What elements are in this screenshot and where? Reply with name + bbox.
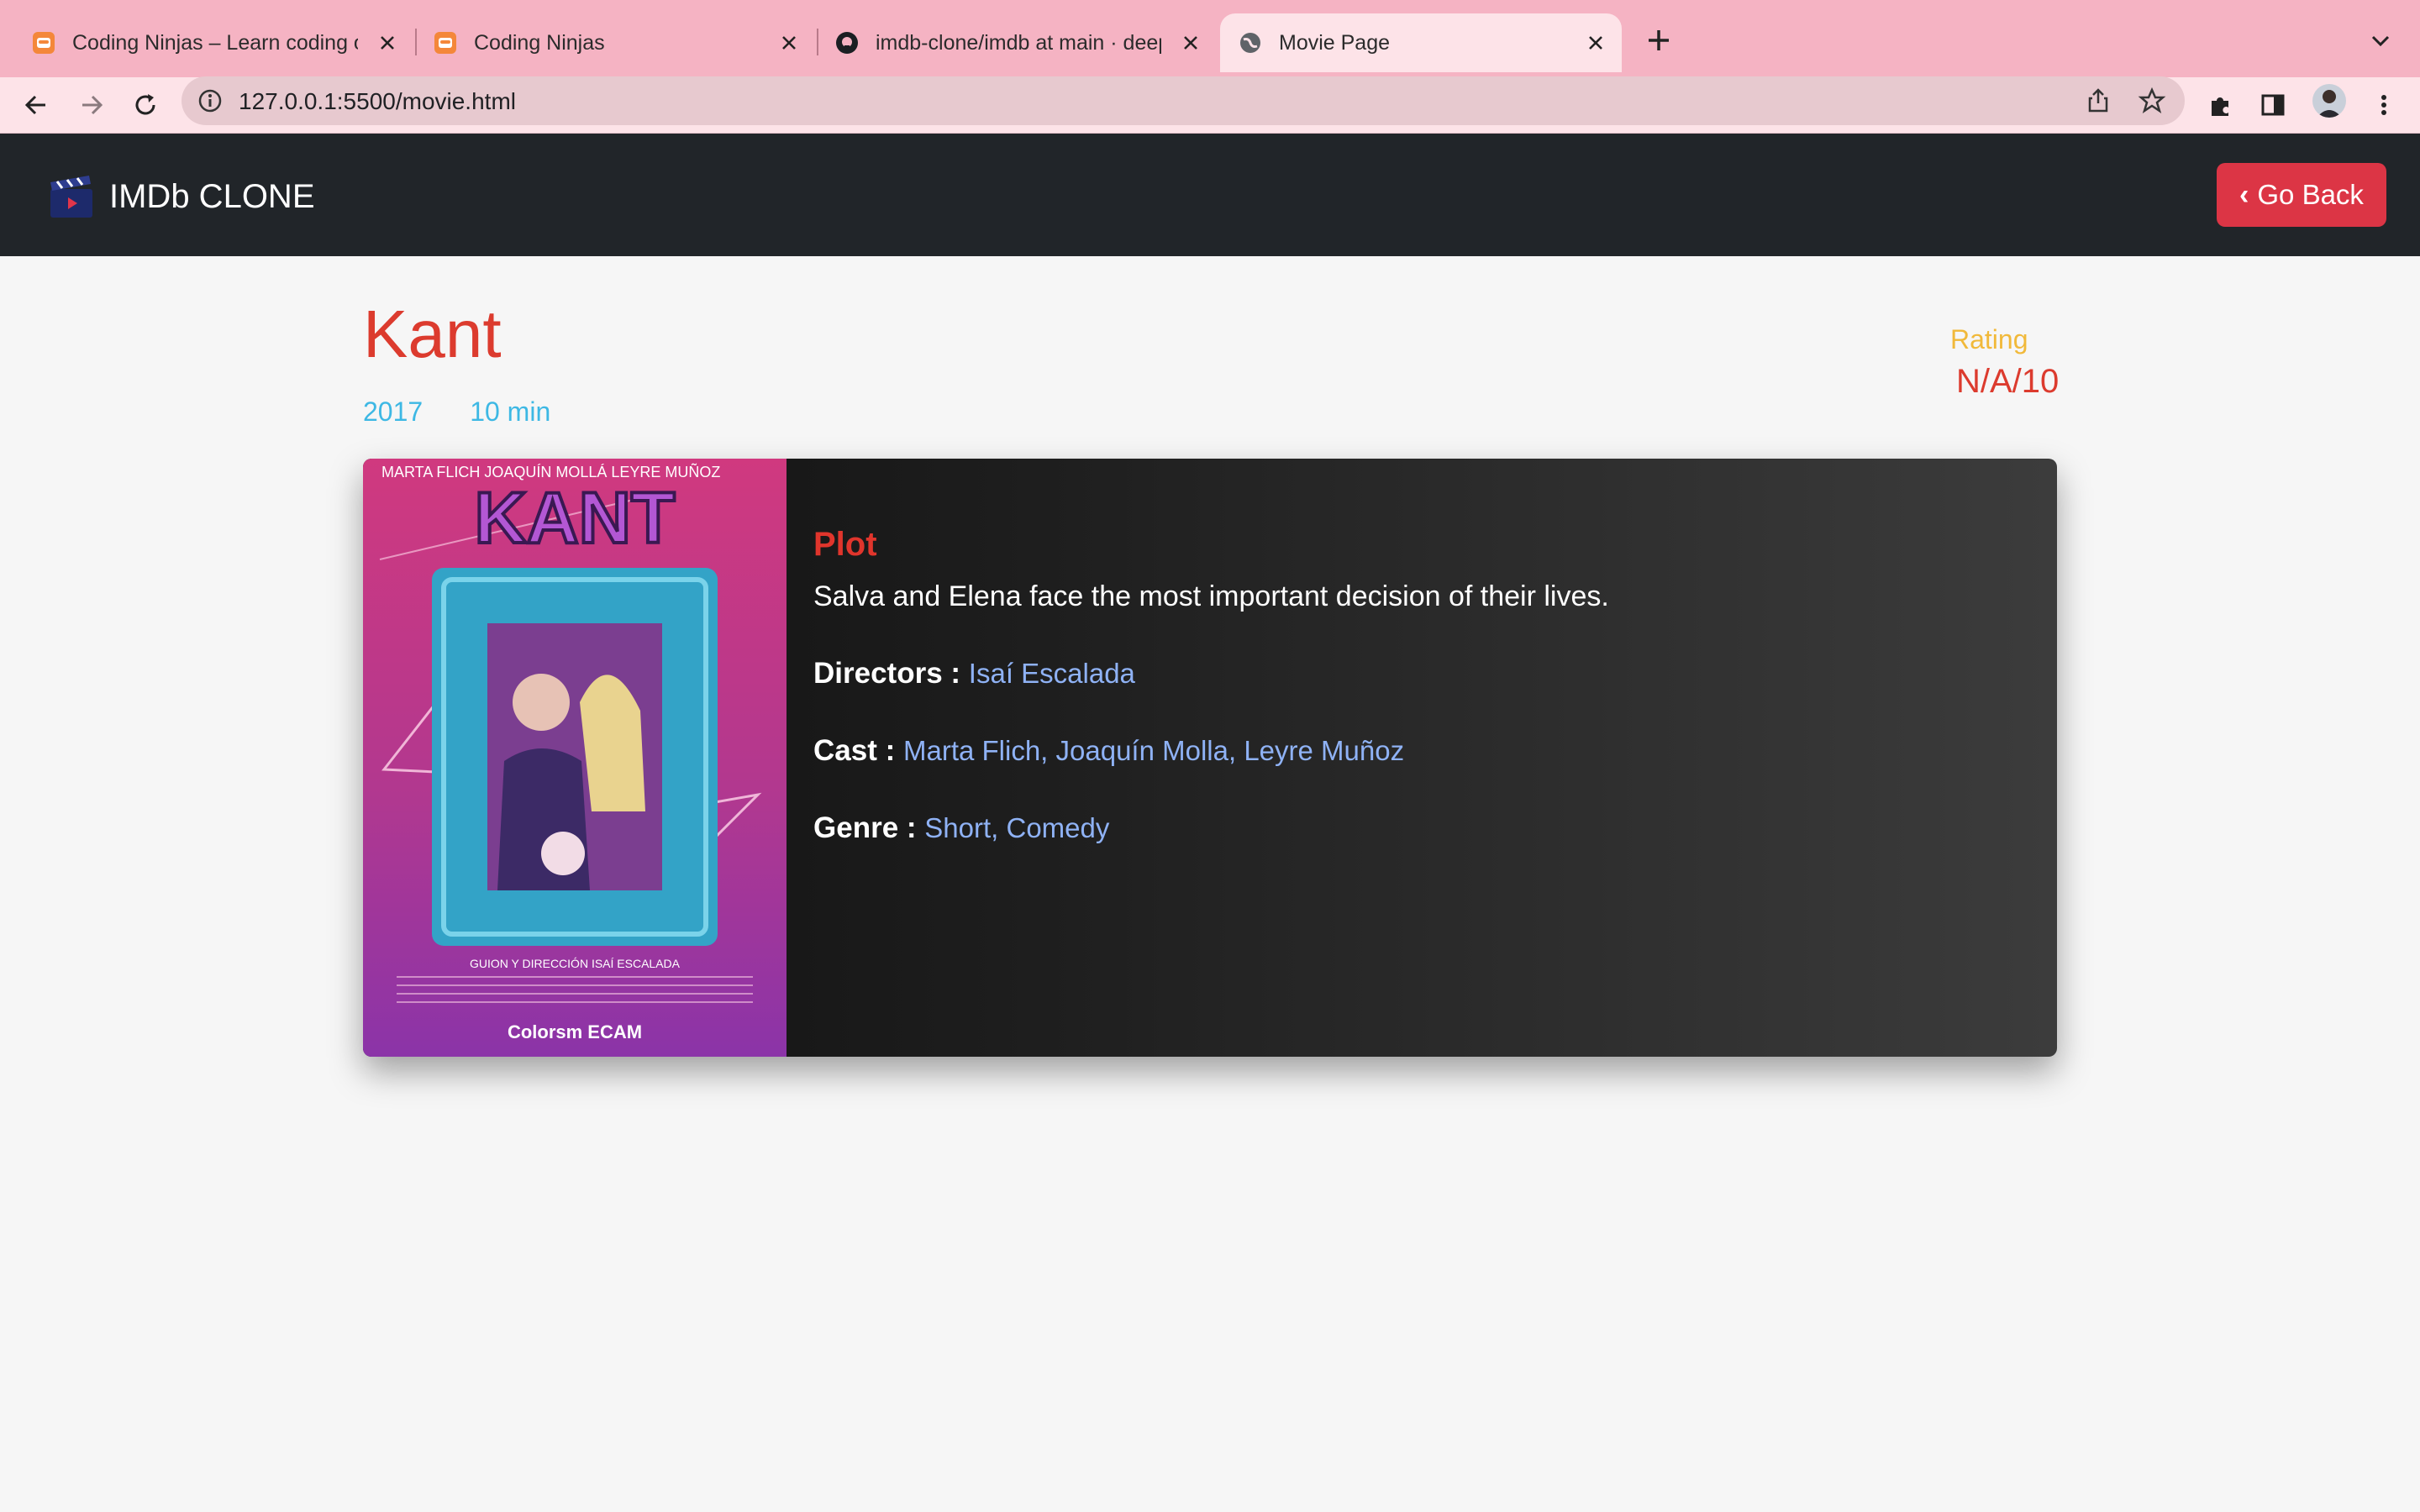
directors-label: Directors : <box>813 657 961 690</box>
close-icon[interactable] <box>1581 29 1610 57</box>
directors-row: Directors : Isaí Escalada <box>813 657 2023 690</box>
movie-info: Plot Salva and Elena face the most impor… <box>813 526 2023 889</box>
tab-title: Coding Ninjas – Learn coding online at I… <box>72 30 358 55</box>
profile-avatar[interactable] <box>2312 84 2346 118</box>
cast-value: Marta Flich, Joaquín Molla, Leyre Muñoz <box>902 735 1405 766</box>
tab-title: imdb-clone/imdb at main · deepakrakhi <box>876 30 1161 55</box>
go-back-button[interactable]: ‹ Go Back <box>2217 163 2386 227</box>
coding-ninjas-icon <box>33 32 55 54</box>
movie-title: Kant <box>363 297 502 371</box>
site-navbar: IMDb CLONE ‹ Go Back <box>0 134 2420 256</box>
brand-link[interactable]: IMDb CLONE <box>47 172 315 221</box>
kebab-menu-icon[interactable] <box>2366 87 2402 123</box>
movie-year: 2017 <box>363 396 424 427</box>
rating-label: Rating <box>1950 324 2028 354</box>
poster-title: KANT <box>475 478 676 559</box>
clapperboard-icon <box>50 176 92 218</box>
rating-value: N/A/10 <box>1956 363 2060 400</box>
new-tab-plus-icon[interactable] <box>1642 24 1676 57</box>
reload-icon[interactable] <box>128 87 163 123</box>
go-back-label: Go Back <box>2257 179 2364 210</box>
poster-logos: Colorsm ECAM <box>508 1021 642 1042</box>
poster-credit: GUION Y DIRECCIÓN ISAÍ ESCALADA <box>470 957 681 970</box>
url-text: 127.0.0.1:5500/movie.html <box>239 88 516 114</box>
extensions-puzzle-icon[interactable] <box>2203 87 2238 123</box>
bookmark-star-icon[interactable] <box>2138 87 2166 115</box>
coding-ninjas-icon <box>434 32 456 54</box>
browser-tabstrip: Coding Ninjas – Learn coding online at I… <box>0 0 2420 77</box>
browser-tab-active[interactable]: Movie Page <box>1220 13 1622 72</box>
genre-value: Short, Comedy <box>924 812 1110 843</box>
movie-runtime: 10 min <box>470 396 551 427</box>
back-arrow-icon[interactable] <box>18 87 54 123</box>
browser-tab[interactable]: imdb-clone/imdb at main · deepakrakhi <box>835 13 1205 72</box>
globe-icon <box>1240 33 1260 53</box>
forward-arrow-icon[interactable] <box>74 87 109 123</box>
chevron-down-icon[interactable] <box>2366 27 2395 55</box>
tab-separator <box>817 29 818 55</box>
movie-detail-card: MARTA FLICH JOAQUÍN MOLLÁ LEYRE MUÑOZ KA… <box>363 459 2057 1057</box>
close-icon[interactable] <box>373 29 402 57</box>
directors-value: Isaí Escalada <box>968 658 1135 689</box>
side-panel-icon[interactable] <box>2255 87 2291 123</box>
browser-tab[interactable]: Coding Ninjas <box>434 13 803 72</box>
tab-title: Coding Ninjas <box>474 30 605 55</box>
close-icon[interactable] <box>1176 29 1205 57</box>
plot-text: Salva and Elena face the most important … <box>813 580 1609 612</box>
browser-tab[interactable]: Coding Ninjas – Learn coding online at I… <box>32 13 402 72</box>
address-bar[interactable]: 127.0.0.1:5500/movie.html <box>182 76 2185 125</box>
site-info-icon[interactable] <box>197 87 224 114</box>
tab-separator <box>415 29 417 55</box>
github-icon <box>836 32 858 54</box>
genre-label: Genre : <box>813 811 917 844</box>
chevron-left-icon: ‹ <box>2239 178 2249 211</box>
movie-meta: 2017 10 min <box>363 396 550 428</box>
close-icon[interactable] <box>775 29 803 57</box>
genre-row: Genre : Short, Comedy <box>813 811 2023 845</box>
tab-title: Movie Page <box>1279 30 1391 55</box>
movie-poster: MARTA FLICH JOAQUÍN MOLLÁ LEYRE MUÑOZ KA… <box>363 459 786 1057</box>
cast-label: Cast : <box>813 734 896 767</box>
cast-row: Cast : Marta Flich, Joaquín Molla, Leyre… <box>813 734 2023 768</box>
brand-name: IMDb CLONE <box>109 177 315 215</box>
share-icon[interactable] <box>2084 87 2112 115</box>
plot-heading: Plot <box>813 526 877 563</box>
